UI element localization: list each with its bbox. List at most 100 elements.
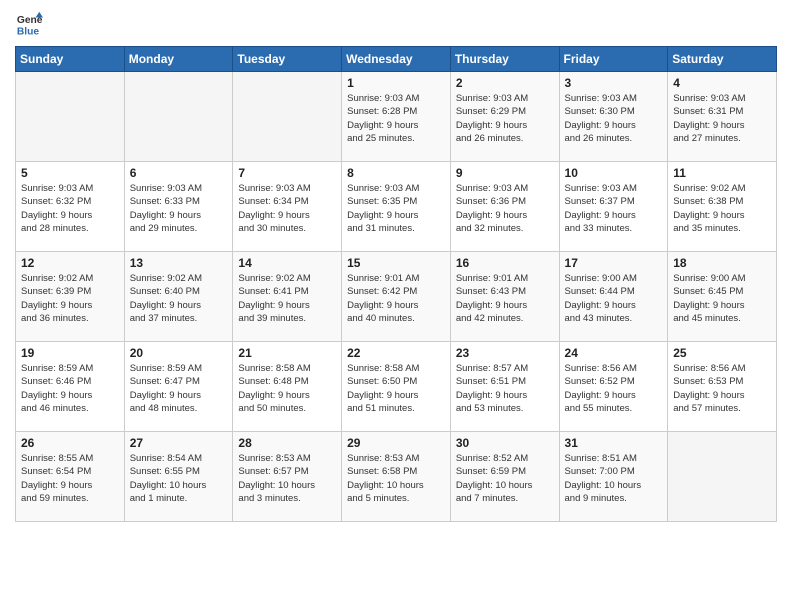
calendar-cell: 21 Sunrise: 8:58 AM Sunset: 6:48 PM Dayli… xyxy=(233,342,342,432)
day-number: 23 xyxy=(456,346,554,360)
calendar-cell: 1 Sunrise: 9:03 AM Sunset: 6:28 PM Daylig… xyxy=(342,72,451,162)
calendar-cell: 9 Sunrise: 9:03 AM Sunset: 6:36 PM Daylig… xyxy=(450,162,559,252)
calendar-cell: 10Sunrise: 9:03 AM Sunset: 6:37 PM Dayli… xyxy=(559,162,668,252)
calendar-cell: 27Sunrise: 8:54 AM Sunset: 6:55 PM Dayli… xyxy=(124,432,233,522)
day-number: 16 xyxy=(456,256,554,270)
day-number: 24 xyxy=(565,346,663,360)
calendar-page: General Blue SundayMondayTuesdayWednesda… xyxy=(0,0,792,612)
day-info: Sunrise: 9:03 AM Sunset: 6:34 PM Dayligh… xyxy=(238,182,336,235)
day-info: Sunrise: 9:02 AM Sunset: 6:41 PM Dayligh… xyxy=(238,272,336,325)
calendar-cell: 5 Sunrise: 9:03 AM Sunset: 6:32 PM Daylig… xyxy=(16,162,125,252)
day-info: Sunrise: 9:03 AM Sunset: 6:29 PM Dayligh… xyxy=(456,92,554,145)
day-info: Sunrise: 9:03 AM Sunset: 6:36 PM Dayligh… xyxy=(456,182,554,235)
calendar-week-row: 26Sunrise: 8:55 AM Sunset: 6:54 PM Dayli… xyxy=(16,432,777,522)
day-number: 1 xyxy=(347,76,445,90)
day-number: 18 xyxy=(673,256,771,270)
day-number: 17 xyxy=(565,256,663,270)
calendar-cell: 6 Sunrise: 9:03 AM Sunset: 6:33 PM Daylig… xyxy=(124,162,233,252)
day-info: Sunrise: 8:55 AM Sunset: 6:54 PM Dayligh… xyxy=(21,452,119,505)
day-number: 2 xyxy=(456,76,554,90)
calendar-cell xyxy=(233,72,342,162)
weekday-header-row: SundayMondayTuesdayWednesdayThursdayFrid… xyxy=(16,47,777,72)
day-info: Sunrise: 8:58 AM Sunset: 6:50 PM Dayligh… xyxy=(347,362,445,415)
day-number: 20 xyxy=(130,346,228,360)
calendar-cell: 15Sunrise: 9:01 AM Sunset: 6:42 PM Dayli… xyxy=(342,252,451,342)
calendar-cell: 4 Sunrise: 9:03 AM Sunset: 6:31 PM Daylig… xyxy=(668,72,777,162)
day-number: 31 xyxy=(565,436,663,450)
day-info: Sunrise: 8:57 AM Sunset: 6:51 PM Dayligh… xyxy=(456,362,554,415)
calendar-week-row: 19 Sunrise: 8:59 AM Sunset: 6:46 PM Dayli… xyxy=(16,342,777,432)
day-info: Sunrise: 9:03 AM Sunset: 6:33 PM Dayligh… xyxy=(130,182,228,235)
weekday-header-sunday: Sunday xyxy=(16,47,125,72)
calendar-cell: 23 Sunrise: 8:57 AM Sunset: 6:51 PM Dayli… xyxy=(450,342,559,432)
day-info: Sunrise: 8:51 AM Sunset: 7:00 PM Dayligh… xyxy=(565,452,663,505)
calendar-table: SundayMondayTuesdayWednesdayThursdayFrid… xyxy=(15,46,777,522)
day-number: 4 xyxy=(673,76,771,90)
weekday-header-saturday: Saturday xyxy=(668,47,777,72)
day-info: Sunrise: 9:03 AM Sunset: 6:31 PM Dayligh… xyxy=(673,92,771,145)
calendar-cell xyxy=(16,72,125,162)
calendar-cell: 18 Sunrise: 9:00 AM Sunset: 6:45 PM Dayli… xyxy=(668,252,777,342)
day-number: 25 xyxy=(673,346,771,360)
day-number: 3 xyxy=(565,76,663,90)
calendar-week-row: 5 Sunrise: 9:03 AM Sunset: 6:32 PM Daylig… xyxy=(16,162,777,252)
day-info: Sunrise: 8:52 AM Sunset: 6:59 PM Dayligh… xyxy=(456,452,554,505)
day-info: Sunrise: 9:03 AM Sunset: 6:32 PM Dayligh… xyxy=(21,182,119,235)
day-info: Sunrise: 9:03 AM Sunset: 6:35 PM Dayligh… xyxy=(347,182,445,235)
day-info: Sunrise: 8:53 AM Sunset: 6:58 PM Dayligh… xyxy=(347,452,445,505)
weekday-header-monday: Monday xyxy=(124,47,233,72)
day-number: 10 xyxy=(565,166,663,180)
day-number: 7 xyxy=(238,166,336,180)
weekday-header-friday: Friday xyxy=(559,47,668,72)
calendar-cell: 28Sunrise: 8:53 AM Sunset: 6:57 PM Dayli… xyxy=(233,432,342,522)
weekday-header-wednesday: Wednesday xyxy=(342,47,451,72)
day-info: Sunrise: 9:02 AM Sunset: 6:38 PM Dayligh… xyxy=(673,182,771,235)
day-info: Sunrise: 9:03 AM Sunset: 6:28 PM Dayligh… xyxy=(347,92,445,145)
day-number: 6 xyxy=(130,166,228,180)
day-number: 11 xyxy=(673,166,771,180)
calendar-cell: 12Sunrise: 9:02 AM Sunset: 6:39 PM Dayli… xyxy=(16,252,125,342)
calendar-header: SundayMondayTuesdayWednesdayThursdayFrid… xyxy=(16,47,777,72)
day-number: 22 xyxy=(347,346,445,360)
calendar-cell: 3 Sunrise: 9:03 AM Sunset: 6:30 PM Daylig… xyxy=(559,72,668,162)
svg-text:Blue: Blue xyxy=(17,26,40,37)
calendar-cell: 17 Sunrise: 9:00 AM Sunset: 6:44 PM Dayli… xyxy=(559,252,668,342)
day-number: 19 xyxy=(21,346,119,360)
logo: General Blue xyxy=(15,10,47,38)
logo-icon: General Blue xyxy=(15,10,43,38)
calendar-cell: 30Sunrise: 8:52 AM Sunset: 6:59 PM Dayli… xyxy=(450,432,559,522)
day-number: 14 xyxy=(238,256,336,270)
day-number: 5 xyxy=(21,166,119,180)
calendar-cell: 22 Sunrise: 8:58 AM Sunset: 6:50 PM Dayli… xyxy=(342,342,451,432)
day-info: Sunrise: 8:56 AM Sunset: 6:52 PM Dayligh… xyxy=(565,362,663,415)
day-number: 21 xyxy=(238,346,336,360)
calendar-cell: 13Sunrise: 9:02 AM Sunset: 6:40 PM Dayli… xyxy=(124,252,233,342)
calendar-cell xyxy=(124,72,233,162)
day-number: 9 xyxy=(456,166,554,180)
calendar-cell: 14 Sunrise: 9:02 AM Sunset: 6:41 PM Dayli… xyxy=(233,252,342,342)
calendar-cell: 26Sunrise: 8:55 AM Sunset: 6:54 PM Dayli… xyxy=(16,432,125,522)
calendar-cell: 25 Sunrise: 8:56 AM Sunset: 6:53 PM Dayli… xyxy=(668,342,777,432)
calendar-week-row: 1 Sunrise: 9:03 AM Sunset: 6:28 PM Daylig… xyxy=(16,72,777,162)
day-info: Sunrise: 8:59 AM Sunset: 6:46 PM Dayligh… xyxy=(21,362,119,415)
calendar-cell: 31 Sunrise: 8:51 AM Sunset: 7:00 PM Dayli… xyxy=(559,432,668,522)
day-number: 13 xyxy=(130,256,228,270)
header: General Blue xyxy=(15,10,777,38)
day-number: 28 xyxy=(238,436,336,450)
calendar-cell: 11 Sunrise: 9:02 AM Sunset: 6:38 PM Dayli… xyxy=(668,162,777,252)
calendar-cell: 7 Sunrise: 9:03 AM Sunset: 6:34 PM Daylig… xyxy=(233,162,342,252)
day-info: Sunrise: 9:00 AM Sunset: 6:45 PM Dayligh… xyxy=(673,272,771,325)
day-info: Sunrise: 9:02 AM Sunset: 6:39 PM Dayligh… xyxy=(21,272,119,325)
day-number: 27 xyxy=(130,436,228,450)
calendar-week-row: 12Sunrise: 9:02 AM Sunset: 6:39 PM Dayli… xyxy=(16,252,777,342)
calendar-cell: 29 Sunrise: 8:53 AM Sunset: 6:58 PM Dayli… xyxy=(342,432,451,522)
day-info: Sunrise: 9:00 AM Sunset: 6:44 PM Dayligh… xyxy=(565,272,663,325)
calendar-cell: 2 Sunrise: 9:03 AM Sunset: 6:29 PM Daylig… xyxy=(450,72,559,162)
day-info: Sunrise: 9:03 AM Sunset: 6:30 PM Dayligh… xyxy=(565,92,663,145)
day-info: Sunrise: 8:58 AM Sunset: 6:48 PM Dayligh… xyxy=(238,362,336,415)
day-info: Sunrise: 8:56 AM Sunset: 6:53 PM Dayligh… xyxy=(673,362,771,415)
weekday-header-thursday: Thursday xyxy=(450,47,559,72)
weekday-header-tuesday: Tuesday xyxy=(233,47,342,72)
calendar-body: 1 Sunrise: 9:03 AM Sunset: 6:28 PM Daylig… xyxy=(16,72,777,522)
day-number: 29 xyxy=(347,436,445,450)
